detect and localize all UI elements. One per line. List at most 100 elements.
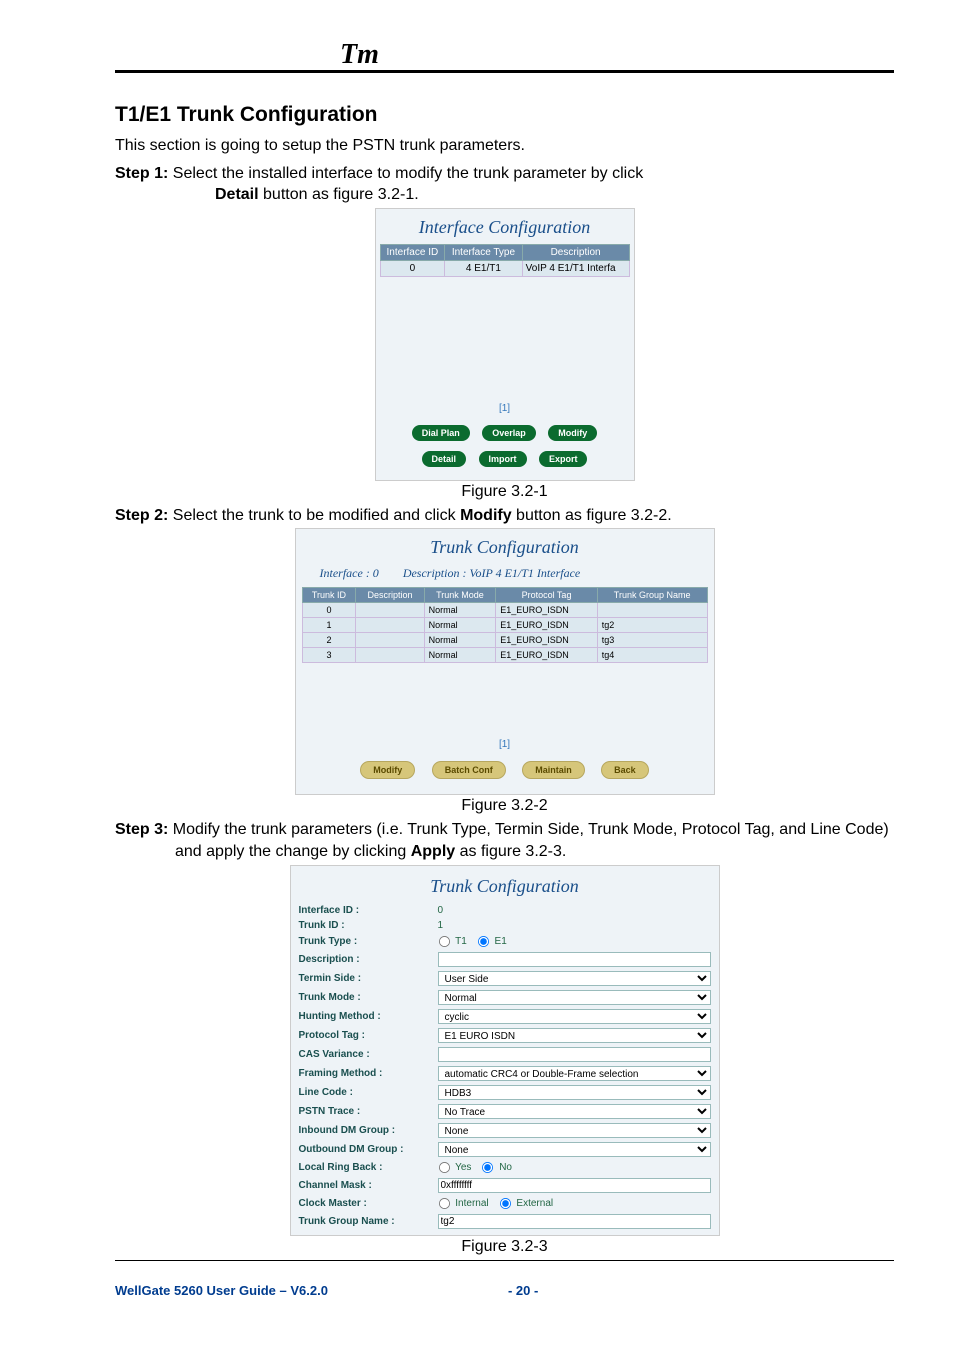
step1: Step 1: Select the installed interface t… (115, 163, 894, 206)
select-input[interactable]: HDB3 (438, 1085, 711, 1100)
cell-trunk-desc (356, 618, 424, 633)
batch-conf-button[interactable]: Batch Conf (432, 761, 506, 779)
shot1-title: Interface Configuration (380, 213, 630, 244)
radio-option[interactable]: External (499, 1198, 553, 1209)
radio-option[interactable]: Yes (438, 1162, 472, 1173)
select-input[interactable]: None (438, 1123, 711, 1138)
select-input[interactable]: cyclic (438, 1009, 711, 1024)
overlap-button[interactable]: Overlap (482, 425, 536, 441)
step2-tail: button as figure 3.2-2. (512, 507, 672, 524)
text-input[interactable] (438, 1047, 711, 1062)
step1-bold: Detail (215, 186, 259, 203)
select-input[interactable]: E1 EURO ISDN (438, 1028, 711, 1043)
form-label: Trunk Group Name : (299, 1216, 434, 1227)
cell-protocol-tag: E1_EURO_ISDN (496, 603, 598, 618)
form-label: Outbound DM Group : (299, 1144, 434, 1155)
select-input[interactable]: automatic CRC4 or Double-Frame selection (438, 1066, 711, 1081)
select-input[interactable]: None (438, 1142, 711, 1157)
cell-trunk-mode: Normal (424, 648, 496, 663)
fig2-caption: Figure 3.2-2 (115, 797, 894, 815)
form-value: No Trace (434, 1104, 711, 1119)
import-button[interactable]: Import (479, 451, 527, 467)
cell-protocol-tag: E1_EURO_ISDN (496, 648, 598, 663)
form-row: Protocol Tag :E1 EURO ISDN (299, 1026, 711, 1045)
cell-protocol-tag: E1_EURO_ISDN (496, 618, 598, 633)
table-row[interactable]: 0 NormalE1_EURO_ISDN (302, 603, 707, 618)
back-button[interactable]: Back (601, 761, 649, 779)
cell-trunk-group-name: tg3 (597, 633, 707, 648)
form-value: E1 EURO ISDN (434, 1028, 711, 1043)
radio-option[interactable]: Internal (438, 1198, 489, 1209)
th-trunk-group-name: Trunk Group Name (597, 588, 707, 603)
th-trunk-desc: Description (356, 588, 424, 603)
radio-option[interactable]: E1 (477, 936, 507, 947)
select-input[interactable]: Normal (438, 990, 711, 1005)
trunk-config-form-screenshot: Trunk Configuration Interface ID :0Trunk… (290, 865, 720, 1236)
text-input[interactable] (438, 1214, 711, 1229)
select-input[interactable]: User Side (438, 971, 711, 986)
form-label: Hunting Method : (299, 1011, 434, 1022)
step1-prefix: Step 1: (115, 165, 168, 182)
form-value (434, 1214, 711, 1229)
page-container: Tm T1/E1 Trunk Configuration This sectio… (0, 0, 954, 1338)
trunk-config-list-screenshot: Trunk Configuration Interface : 0Descrip… (295, 528, 715, 795)
table-row[interactable]: 0 4 E1/T1 VoIP 4 E1/T1 Interfa (380, 260, 629, 276)
form-value: Normal (434, 990, 711, 1005)
table-row[interactable]: 3NormalE1_EURO_ISDNtg4 (302, 648, 707, 663)
dial-plan-button[interactable]: Dial Plan (412, 425, 470, 441)
shot2-btn-row: Modify Batch Conf Maintain Back (302, 756, 708, 784)
maintain-button[interactable]: Maintain (522, 761, 585, 779)
form-row: Trunk Mode :Normal (299, 988, 711, 1007)
text-input[interactable] (438, 1178, 711, 1193)
modify-button[interactable]: Modify (548, 425, 597, 441)
cell-trunk-mode: Normal (424, 603, 496, 618)
form-row: Local Ring Back : Yes No (299, 1159, 711, 1176)
form-value: automatic CRC4 or Double-Frame selection (434, 1066, 711, 1081)
cell-trunk-id: 0 (302, 603, 356, 618)
cell-trunk-desc (356, 633, 424, 648)
radio-option[interactable]: T1 (438, 936, 467, 947)
form-row: Hunting Method : cyclic (299, 1007, 711, 1026)
shot2-sub-right: Description : VoIP 4 E1/T1 Interface (403, 566, 580, 580)
table-row[interactable]: 2NormalE1_EURO_ISDNtg3 (302, 633, 707, 648)
export-button[interactable]: Export (539, 451, 588, 467)
detail-button[interactable]: Detail (422, 451, 467, 467)
form-value (434, 952, 711, 967)
form-row: Trunk ID :1 (299, 918, 711, 933)
interface-config-screenshot: Interface Configuration Interface ID Int… (375, 208, 635, 481)
cell-trunk-desc (356, 603, 424, 618)
step2: Step 2: Select the trunk to be modified … (115, 505, 894, 527)
step2-prefix: Step 2: (115, 507, 168, 524)
cell-trunk-desc (356, 648, 424, 663)
form-row: Description : (299, 950, 711, 969)
form-value: User Side (434, 971, 711, 986)
table-row[interactable]: 1NormalE1_EURO_ISDNtg2 (302, 618, 707, 633)
cell-trunk-mode: Normal (424, 633, 496, 648)
radio-option[interactable]: No (481, 1162, 512, 1173)
cell-trunk-id: 3 (302, 648, 356, 663)
form-row: Inbound DM Group :None (299, 1121, 711, 1140)
form-value (434, 1178, 711, 1193)
step3-bold: Apply (411, 843, 455, 860)
shot2-pager[interactable]: [1] (302, 733, 708, 756)
step3: Step 3: Modify the trunk parameters (i.e… (115, 819, 894, 862)
cell-interface-type: 4 E1/T1 (445, 260, 522, 276)
th-interface-type: Interface Type (445, 244, 522, 260)
form-label: Trunk ID : (299, 920, 434, 931)
text-input[interactable] (438, 952, 711, 967)
select-input[interactable]: No Trace (438, 1104, 711, 1119)
form-value: None (434, 1123, 711, 1138)
interface-table: Interface ID Interface Type Description … (380, 244, 630, 277)
fig3-caption: Figure 3.2-3 (115, 1238, 894, 1256)
form-row: Framing Method :automatic CRC4 or Double… (299, 1064, 711, 1083)
modify-button[interactable]: Modify (360, 761, 415, 779)
step2-text: Select the trunk to be modified and clic… (168, 507, 460, 524)
form-value: HDB3 (434, 1085, 711, 1100)
form-row: Interface ID :0 (299, 903, 711, 918)
shot1-pager[interactable]: [1] (380, 397, 630, 420)
cell-trunk-mode: Normal (424, 618, 496, 633)
intro-text: This section is going to setup the PSTN … (115, 135, 894, 157)
form-row: PSTN Trace :No Trace (299, 1102, 711, 1121)
th-interface-id: Interface ID (380, 244, 445, 260)
cell-trunk-group-name: tg2 (597, 618, 707, 633)
